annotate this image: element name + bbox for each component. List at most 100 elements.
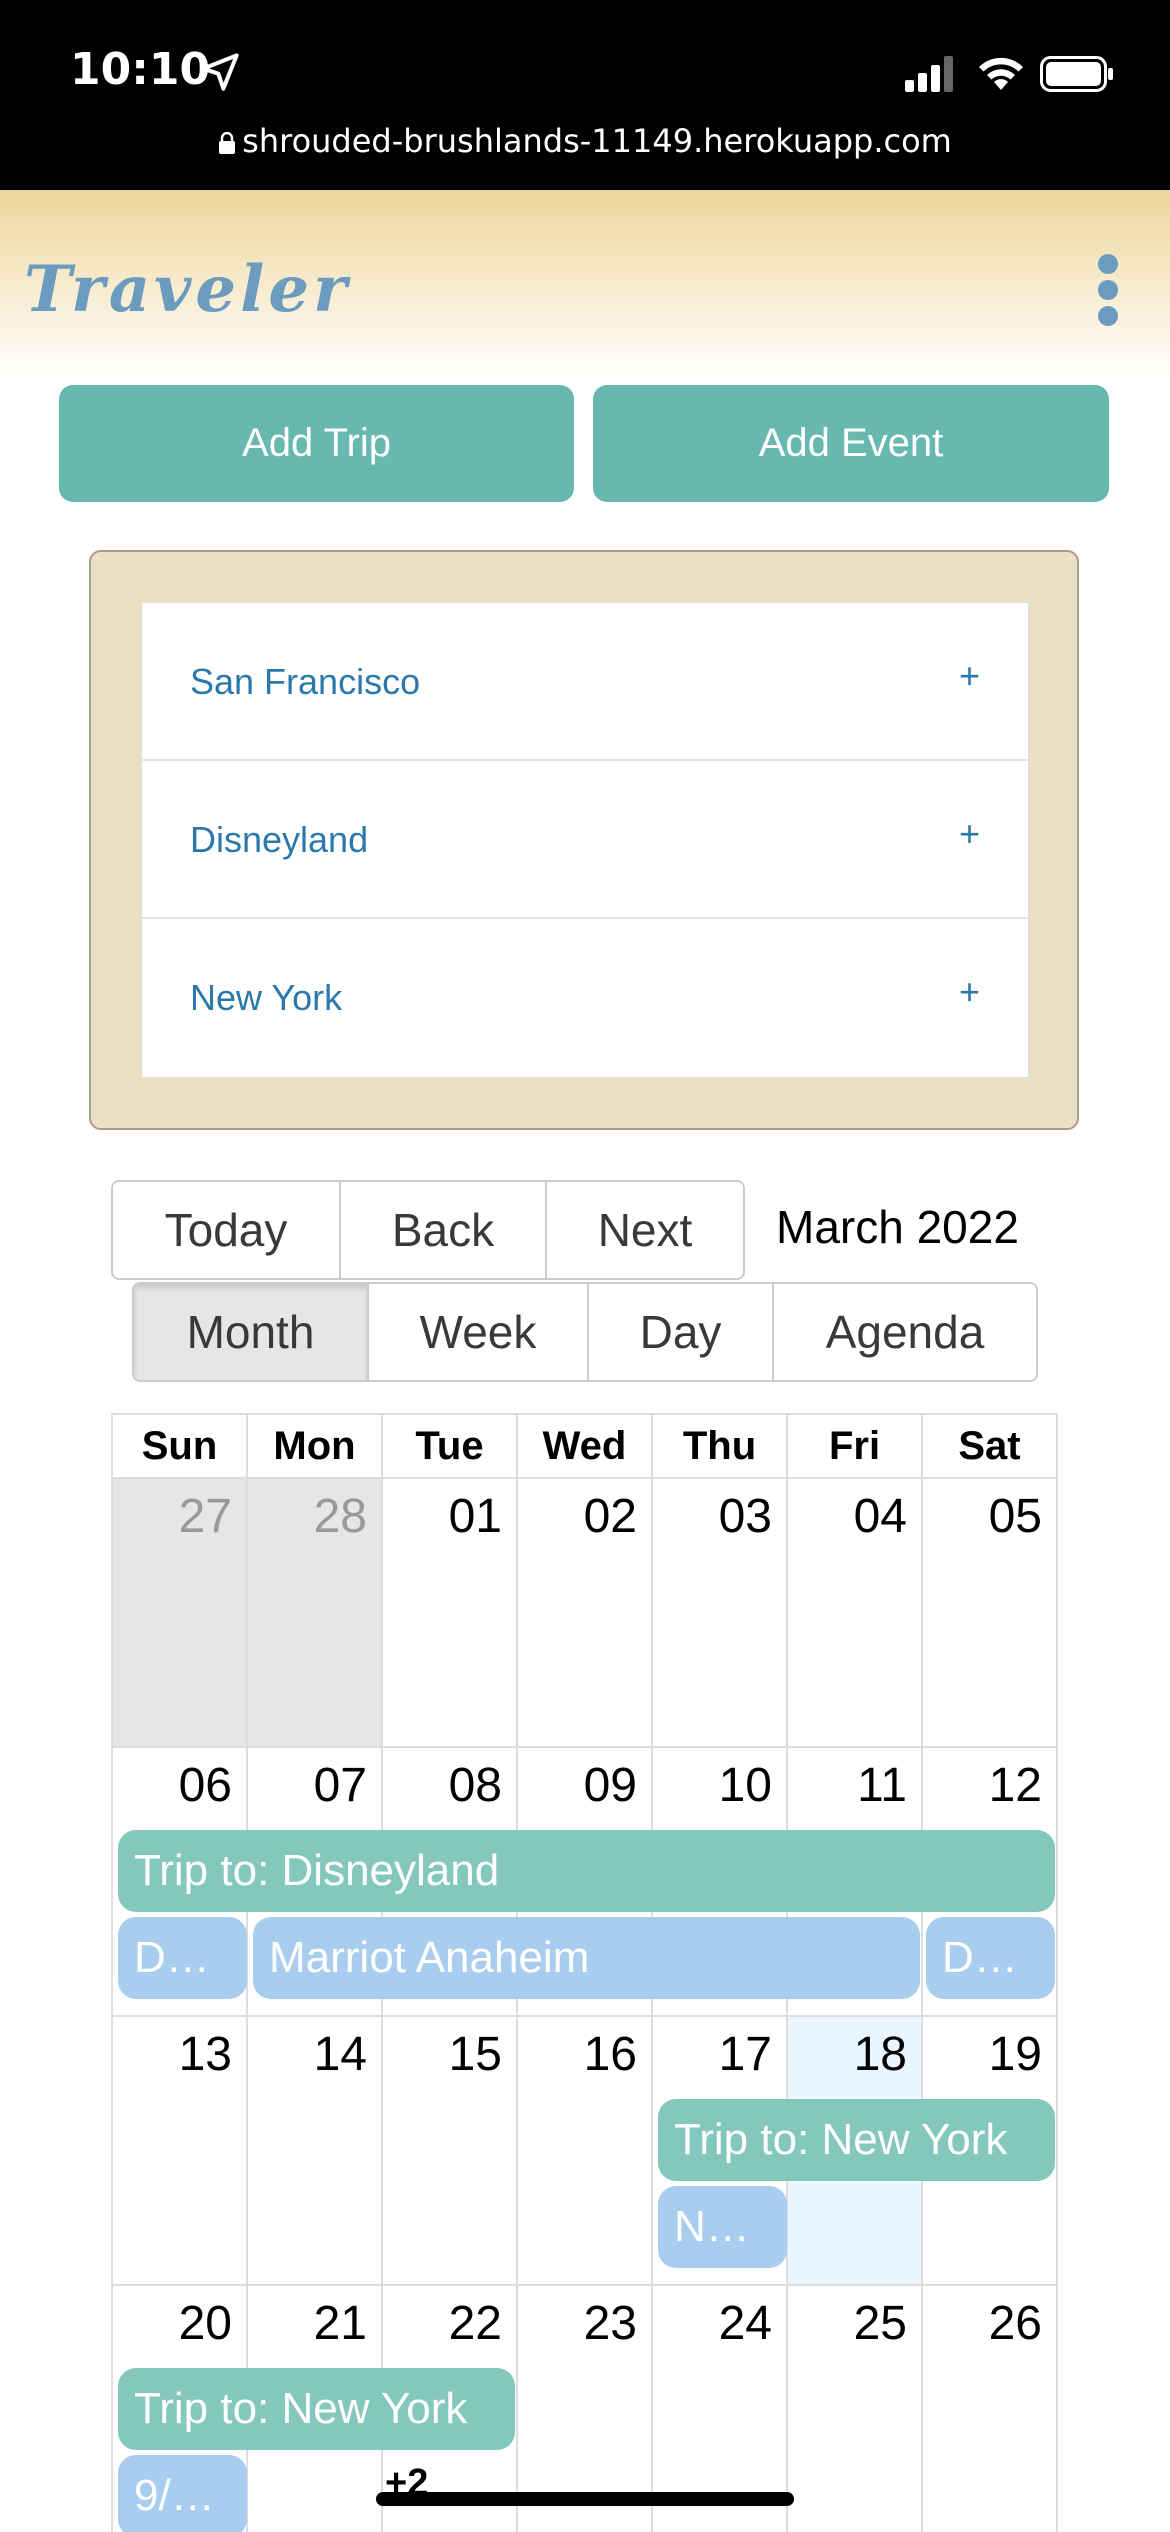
add-trip-button[interactable]: Add Trip — [59, 385, 574, 502]
day-cell[interactable]: 16 — [518, 2017, 653, 2284]
app-logo[interactable]: Traveler — [24, 252, 351, 327]
day-cell[interactable]: 27 — [113, 1479, 248, 1746]
day-number[interactable]: 13 — [179, 2027, 232, 2082]
day-view-button[interactable]: Day — [589, 1284, 774, 1380]
calendar-week: 27 28 01 02 03 04 05 — [113, 1479, 1058, 1748]
day-cell[interactable]: 25 — [788, 2286, 923, 2532]
day-number[interactable]: 08 — [449, 1758, 502, 1813]
day-number[interactable]: 24 — [719, 2296, 772, 2351]
day-cell[interactable]: 01 — [383, 1479, 518, 1746]
day-cell[interactable]: 14 — [248, 2017, 383, 2284]
day-number[interactable]: 25 — [854, 2296, 907, 2351]
day-cell[interactable]: 26 — [923, 2286, 1058, 2532]
day-cell[interactable]: 02 — [518, 1479, 653, 1746]
event-date-item[interactable]: 9/… — [118, 2455, 247, 2532]
weekday-label: Sun — [113, 1415, 248, 1479]
expand-plus-icon[interactable]: + — [959, 813, 980, 855]
day-number[interactable]: 02 — [584, 1489, 637, 1544]
day-cell[interactable]: 05 — [923, 1479, 1058, 1746]
status-bar: 10:10 shrouded-brushlands-11149.herokuap… — [0, 0, 1170, 190]
calendar-week: 13 14 15 16 17 18 19 Trip to: New York N… — [113, 2017, 1058, 2286]
calendar-view-group: Month Week Day Agenda — [132, 1282, 1038, 1382]
day-cell[interactable]: 03 — [653, 1479, 788, 1746]
menu-dot — [1098, 254, 1118, 274]
weekday-label: Thu — [653, 1415, 788, 1479]
event-marriot-anaheim[interactable]: Marriot Anaheim — [253, 1917, 920, 1999]
address-bar[interactable]: shrouded-brushlands-11149.herokuapp.com — [0, 122, 1170, 160]
trip-item-san-francisco[interactable]: San Francisco + — [142, 603, 1028, 761]
event-disneyland-item[interactable]: D… — [926, 1917, 1055, 1999]
week-view-button[interactable]: Week — [369, 1284, 589, 1380]
expand-plus-icon[interactable]: + — [959, 655, 980, 697]
weekday-label: Tue — [383, 1415, 518, 1479]
cellular-signal-icon — [905, 56, 953, 92]
event-new-york-item[interactable]: N… — [658, 2186, 787, 2268]
weekday-label: Mon — [248, 1415, 383, 1479]
day-number[interactable]: 07 — [314, 1758, 367, 1813]
weekday-header: Sun Mon Tue Wed Thu Fri Sat — [113, 1415, 1058, 1479]
day-number[interactable]: 18 — [854, 2027, 907, 2082]
status-time: 10:10 — [70, 44, 211, 95]
day-number[interactable]: 06 — [179, 1758, 232, 1813]
trip-name: Disneyland — [190, 819, 369, 860]
event-trip-new-york[interactable]: Trip to: New York — [118, 2368, 515, 2450]
day-number[interactable]: 09 — [584, 1758, 637, 1813]
next-button[interactable]: Next — [547, 1182, 743, 1278]
day-number[interactable]: 11 — [857, 1758, 907, 1813]
day-number[interactable]: 15 — [449, 2027, 502, 2082]
day-number[interactable]: 17 — [719, 2027, 772, 2082]
today-button[interactable]: Today — [113, 1182, 341, 1278]
day-number[interactable]: 22 — [449, 2296, 502, 2351]
day-number[interactable]: 20 — [179, 2296, 232, 2351]
day-number[interactable]: 23 — [584, 2296, 637, 2351]
trip-name: New York — [190, 977, 343, 1018]
day-number[interactable]: 14 — [314, 2027, 367, 2082]
day-cell[interactable]: 28 — [248, 1479, 383, 1746]
expand-plus-icon[interactable]: + — [959, 971, 980, 1013]
calendar-nav-group: Today Back Next — [111, 1180, 745, 1280]
day-number[interactable]: 05 — [989, 1489, 1042, 1544]
weekday-label: Sat — [923, 1415, 1058, 1479]
lock-icon — [219, 132, 236, 154]
day-number[interactable]: 19 — [989, 2027, 1042, 2082]
trip-list: San Francisco + Disneyland + New York + — [141, 602, 1029, 1078]
menu-dot — [1098, 306, 1118, 326]
month-view-button[interactable]: Month — [134, 1284, 369, 1380]
day-number[interactable]: 10 — [719, 1758, 772, 1813]
day-cell[interactable]: 04 — [788, 1479, 923, 1746]
month-calendar: Sun Mon Tue Wed Thu Fri Sat 27 28 01 02 … — [111, 1413, 1058, 2532]
weekday-label: Wed — [518, 1415, 653, 1479]
weekday-label: Fri — [788, 1415, 923, 1479]
agenda-view-button[interactable]: Agenda — [774, 1284, 1036, 1380]
back-button[interactable]: Back — [341, 1182, 547, 1278]
day-number[interactable]: 28 — [314, 1489, 367, 1544]
event-disneyland-item[interactable]: D… — [118, 1917, 247, 1999]
battery-icon — [1040, 56, 1113, 92]
day-number[interactable]: 26 — [989, 2296, 1042, 2351]
day-number[interactable]: 27 — [179, 1489, 232, 1544]
home-indicator[interactable] — [376, 2492, 794, 2506]
day-number[interactable]: 16 — [584, 2027, 637, 2082]
calendar-week: 06 07 08 09 10 11 12 Trip to: Disneyland… — [113, 1748, 1058, 2017]
day-cell[interactable]: 13 — [113, 2017, 248, 2284]
event-trip-new-york[interactable]: Trip to: New York — [658, 2099, 1055, 2181]
app-header: Traveler — [0, 190, 1170, 380]
day-cell[interactable]: 15 — [383, 2017, 518, 2284]
day-number[interactable]: 21 — [314, 2296, 367, 2351]
trip-name: San Francisco — [190, 661, 421, 702]
event-trip-disneyland[interactable]: Trip to: Disneyland — [118, 1830, 1055, 1912]
wifi-icon — [979, 57, 1023, 90]
trip-item-disneyland[interactable]: Disneyland + — [142, 761, 1028, 919]
trip-list-panel: San Francisco + Disneyland + New York + — [89, 550, 1079, 1130]
add-event-button[interactable]: Add Event — [593, 385, 1109, 502]
trip-item-new-york[interactable]: New York + — [142, 919, 1028, 1077]
day-number[interactable]: 01 — [449, 1489, 502, 1544]
day-number[interactable]: 04 — [854, 1489, 907, 1544]
url-text: shrouded-brushlands-11149.herokuapp.com — [242, 122, 952, 160]
day-number[interactable]: 12 — [989, 1758, 1042, 1813]
menu-dot — [1098, 280, 1118, 300]
day-number[interactable]: 03 — [719, 1489, 772, 1544]
calendar-month-label: March 2022 — [776, 1201, 1019, 1253]
location-arrow-icon — [201, 53, 239, 91]
kebab-menu-icon[interactable] — [1098, 254, 1122, 326]
